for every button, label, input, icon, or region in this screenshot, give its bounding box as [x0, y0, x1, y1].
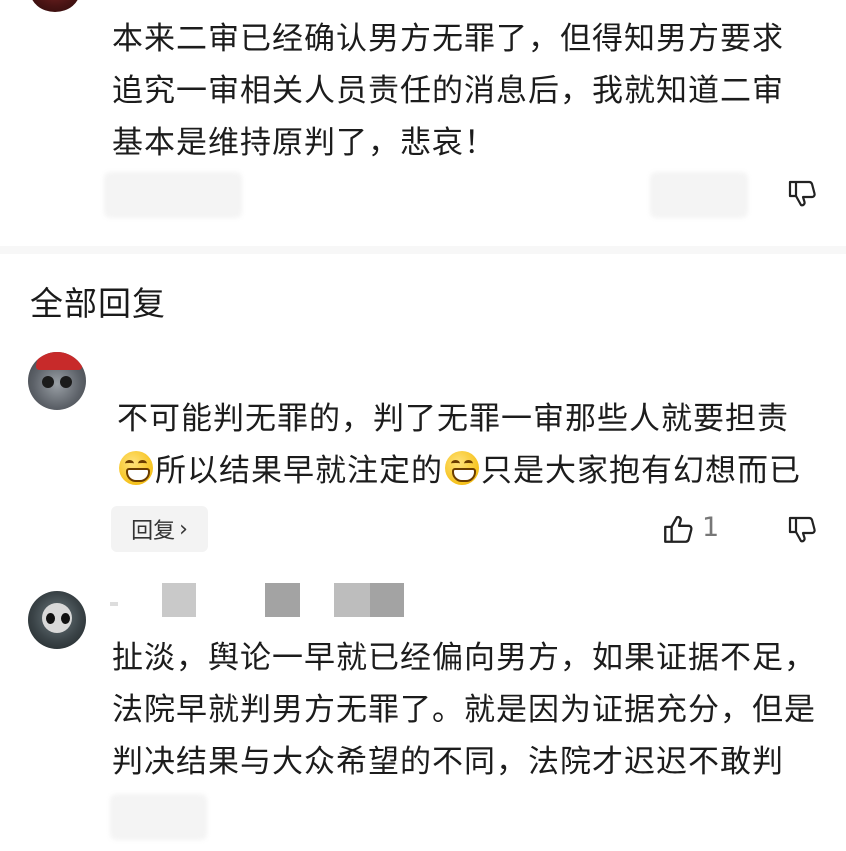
username-mosaic [334, 583, 370, 617]
reply-button[interactable]: 回复 › [111, 506, 208, 552]
parent-comment-avatar[interactable] [30, 0, 80, 12]
grinning-emoji-icon [119, 451, 153, 485]
reply-line: 扯淡，舆论一早就已经偏向男方，如果证据不足， [112, 640, 816, 676]
blurred-like [650, 172, 748, 218]
grinning-emoji-icon [445, 451, 479, 485]
reply-line: 不可能判无罪的，判了无罪一审那些人就要担责 [117, 401, 789, 437]
parent-comment-line: 本来二审已经确认男方无罪了，但得知男方要求 [112, 21, 784, 57]
username-mosaic [110, 602, 118, 606]
thumbs-down-icon[interactable] [786, 178, 818, 210]
thumbs-down-icon[interactable] [786, 514, 818, 546]
parent-comment-line: 追究一审相关人员责任的消息后，我就知道二审 [112, 73, 784, 109]
reply-line: 判决结果与大众希望的不同，法院才迟迟不敢判 [112, 744, 784, 780]
section-title: 全部回复 [30, 284, 166, 323]
username-mosaic [370, 583, 404, 617]
reply-text-segment: 所以结果早就注定的 [155, 453, 443, 489]
reply-body: 扯淡，舆论一早就已经偏向男方，如果证据不足， 法院早就判男方无罪了。就是因为证据… [112, 632, 816, 788]
reply-avatar[interactable] [28, 591, 86, 649]
reply-line: 所以结果早就注定的 只是大家抱有幻想而已 [117, 445, 801, 497]
parent-comment-body: 本来二审已经确认男方无罪了，但得知男方要求 追究一审相关人员责任的消息后，我就知… [112, 13, 784, 169]
reply-avatar[interactable] [28, 352, 86, 410]
username-mosaic [162, 583, 196, 617]
section-divider [0, 246, 846, 254]
reply-body: 不可能判无罪的，判了无罪一审那些人就要担责 所以结果早就注定的 只是大家抱有幻想而… [117, 393, 801, 497]
blurred-reply-button [110, 794, 207, 840]
chevron-right-icon: › [179, 516, 188, 542]
parent-comment-line: 基本是维持原判了，悲哀！ [112, 125, 496, 161]
reply-button-label: 回复 [131, 519, 176, 544]
reply-line: 法院早就判男方无罪了。就是因为证据充分，但是 [112, 692, 816, 728]
username-mosaic [265, 583, 300, 617]
reply-text-segment: 只是大家抱有幻想而已 [481, 453, 801, 489]
like-count: 1 [702, 512, 720, 543]
thumbs-up-icon[interactable] [661, 512, 695, 546]
blurred-meta [104, 172, 242, 218]
